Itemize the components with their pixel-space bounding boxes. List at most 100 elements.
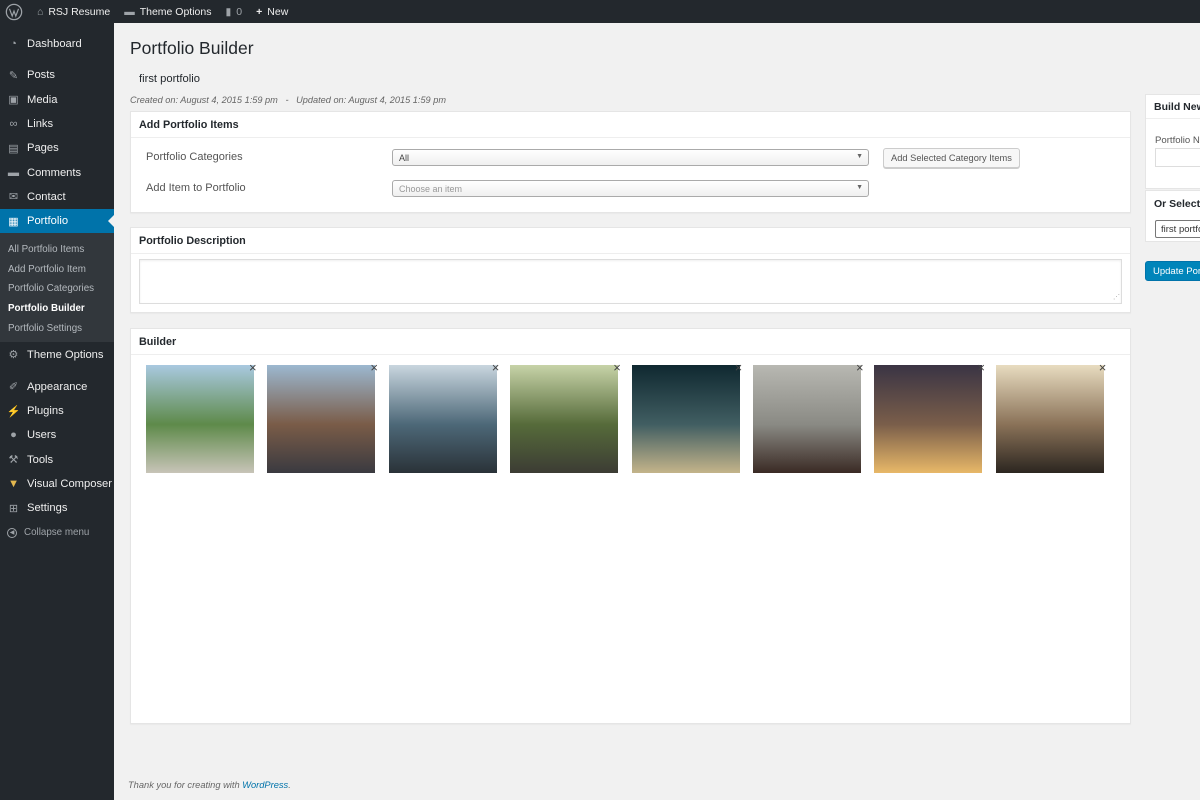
sidebar-item-label: Theme Options: [27, 348, 104, 361]
collapse-menu-button[interactable]: ◀ Collapse menu: [0, 520, 114, 544]
sidebar-item-label: Dashboard: [27, 38, 82, 51]
portfolio-thumbnail[interactable]: [995, 365, 1104, 473]
portfolio-thumbnail[interactable]: [874, 365, 983, 473]
plus-icon: +: [256, 5, 263, 18]
submenu-portfolio-builder[interactable]: Portfolio Builder: [0, 299, 114, 319]
sidebar-item-label: Users: [27, 429, 57, 442]
portfolio-description-title: Portfolio Description: [131, 228, 1130, 254]
add-portfolio-items-box: Add Portfolio Items Portfolio Categories…: [130, 111, 1131, 213]
wordpress-link[interactable]: WordPress: [242, 780, 288, 790]
vc-icon: ▼: [7, 477, 20, 490]
site-name-link[interactable]: ⌂ RSJ Resume: [30, 0, 117, 23]
sidebar-item-tools[interactable]: ⚒ Tools: [0, 448, 114, 472]
remove-item-icon[interactable]: ×: [856, 360, 864, 375]
footer-text: Thank you for creating with WordPress.: [128, 780, 291, 790]
admin-bar: ⌂ RSJ Resume ▬ Theme Options ▮ 0 + New: [0, 0, 1200, 23]
submenu-add-portfolio-item[interactable]: Add Portfolio Item: [0, 259, 114, 279]
home-icon: ⌂: [37, 5, 44, 18]
new-content-link[interactable]: + New: [249, 0, 295, 23]
comment-icon: ▬: [7, 166, 20, 179]
portfolio-name-input[interactable]: [1155, 148, 1200, 167]
build-new-portfolio-title: Build New Portfolio: [1146, 95, 1200, 119]
sidebar-item-appearance[interactable]: ✐ Appearance: [0, 375, 114, 399]
sidebar-item-label: Settings: [27, 502, 68, 515]
main-content: Portfolio Builder first portfolio Create…: [114, 23, 1200, 800]
sidebar-item-label: Comments: [27, 166, 82, 179]
select-portfolio-title: Or Select a Portfolio: [1154, 197, 1200, 210]
pin-icon: ✎: [8, 69, 19, 82]
portfolio-description-textarea[interactable]: [139, 259, 1122, 304]
user-icon: ●: [10, 429, 17, 442]
sidebar-item-visual-composer[interactable]: ▼ Visual Composer: [0, 472, 114, 496]
build-new-portfolio-box: Build New Portfolio Portfolio Name: [1145, 94, 1200, 189]
sidebar-item-label: Posts: [27, 69, 55, 82]
sidebar-item-plugins[interactable]: ⚡ Plugins: [0, 399, 114, 423]
link-icon: ∞: [9, 118, 18, 131]
sidebar-item-pages[interactable]: ▤ Pages: [0, 136, 114, 160]
portfolio-icon: ▦: [8, 215, 19, 228]
theme-options-link[interactable]: ▬ Theme Options: [117, 0, 218, 23]
categories-row: Portfolio Categories All ▼ Add Selected …: [131, 148, 1130, 168]
sidebar-item-links[interactable]: ∞ Links: [0, 112, 114, 136]
submenu-portfolio-settings[interactable]: Portfolio Settings: [0, 319, 114, 339]
sidebar-item-media[interactable]: ▣ Media: [0, 88, 114, 112]
portfolio-thumbnail[interactable]: [388, 365, 497, 473]
wordpress-logo-icon: [5, 3, 23, 20]
sidebar-item-label: Media: [27, 93, 58, 106]
admin-sidebar: ◔ Dashboard ✎ Posts ▣ Media ∞ Links ▤ Pa…: [0, 23, 114, 800]
sidebar-item-label: Plugins: [27, 405, 64, 418]
sidebar-item-users[interactable]: ● Users: [0, 423, 114, 447]
plug-icon: ⚡: [6, 405, 21, 418]
sidebar-item-settings[interactable]: ⊞ Settings: [0, 496, 114, 520]
portfolio-thumbnail[interactable]: [267, 365, 376, 473]
sidebar-item-label: Portfolio: [27, 215, 69, 228]
portfolio-select[interactable]: first portfolio: [1155, 220, 1200, 238]
sidebar-item-portfolio[interactable]: ▦ Portfolio: [0, 209, 114, 234]
dashboard-icon: ◔: [10, 38, 17, 51]
portfolio-name-label: Portfolio Name: [1155, 135, 1200, 146]
comments-link[interactable]: ▮ 0: [219, 0, 250, 23]
sidebar-item-label: Tools: [27, 453, 54, 466]
portfolio-thumbnail[interactable]: [146, 365, 254, 473]
brush-icon: ✐: [8, 381, 19, 394]
portfolio-thumbnail[interactable]: [753, 365, 861, 473]
portfolio-name: first portfolio: [139, 73, 200, 85]
portfolio-thumbnail[interactable]: [631, 365, 740, 473]
add-item-select[interactable]: Choose an item ▼: [392, 180, 869, 197]
sidebar-item-contact[interactable]: ✉ Contact: [0, 185, 114, 209]
categories-select-value: All: [399, 152, 410, 163]
remove-item-icon[interactable]: ×: [977, 360, 985, 375]
update-portfolio-button[interactable]: Update Portfolio: [1145, 261, 1200, 281]
portfolio-description-box: Portfolio Description ⋰: [130, 227, 1131, 313]
builder-box: Builder × × × × × × × ×: [130, 328, 1131, 724]
remove-item-icon[interactable]: ×: [370, 360, 378, 375]
sidebar-item-comments[interactable]: ▬ Comments: [0, 160, 114, 184]
remove-item-icon[interactable]: ×: [249, 360, 257, 375]
wordpress-logo-button[interactable]: [0, 0, 30, 23]
theme-options-label: Theme Options: [139, 5, 212, 18]
submenu-all-portfolio-items[interactable]: All Portfolio Items: [0, 239, 114, 259]
remove-item-icon[interactable]: ×: [735, 360, 743, 375]
remove-item-icon[interactable]: ×: [613, 360, 621, 375]
add-item-row: Add Item to Portfolio Choose an item ▼: [131, 179, 1130, 199]
add-selected-category-items-button[interactable]: Add Selected Category Items: [883, 148, 1020, 168]
comment-bubble-icon: ▮: [225, 5, 232, 18]
remove-item-icon[interactable]: ×: [492, 360, 500, 375]
submenu-portfolio-categories[interactable]: Portfolio Categories: [0, 279, 114, 299]
remove-item-icon[interactable]: ×: [1099, 360, 1107, 375]
portfolio-thumbnail[interactable]: [510, 365, 619, 473]
envelope-icon: ✉: [8, 191, 19, 204]
sidebar-item-theme-options[interactable]: ⚙ Theme Options: [0, 342, 114, 366]
categories-select[interactable]: All ▼: [392, 149, 869, 166]
media-icon: ▣: [8, 94, 19, 107]
sidebar-item-label: Appearance: [27, 380, 88, 393]
sidebar-item-posts[interactable]: ✎ Posts: [0, 63, 114, 87]
collapse-menu-label: Collapse menu: [24, 527, 90, 539]
sidebar-item-dashboard[interactable]: ◔ Dashboard: [0, 32, 114, 56]
wrench-icon: ⚒: [8, 454, 19, 467]
categories-label: Portfolio Categories: [146, 151, 243, 163]
new-label: New: [267, 5, 289, 18]
resize-grip-icon[interactable]: ⋰: [1113, 294, 1120, 301]
portfolio-submenu: All Portfolio Items Add Portfolio Item P…: [0, 233, 114, 343]
add-item-select-placeholder: Choose an item: [399, 183, 463, 194]
